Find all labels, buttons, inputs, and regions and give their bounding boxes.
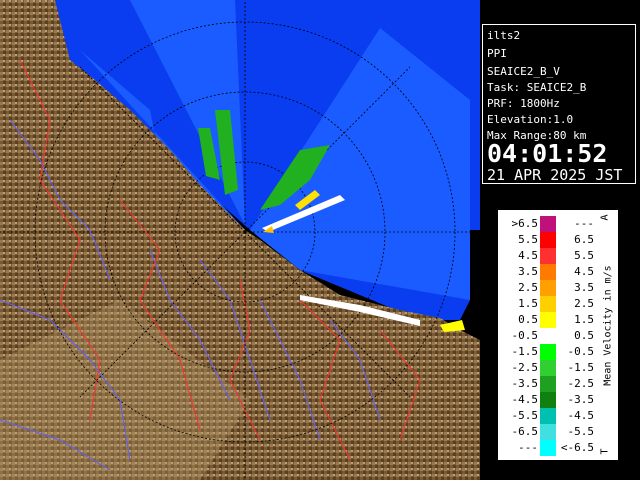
legend-swatch <box>540 360 556 376</box>
scan-time: 04:01:52 <box>487 139 608 168</box>
legend-swatch <box>540 216 556 232</box>
legend-high-value: -0.5 <box>567 345 595 358</box>
prf-value: PRF: 1800Hz <box>487 97 560 110</box>
legend-swatch <box>540 296 556 312</box>
legend-low-value: 1.5 <box>518 297 538 310</box>
info-box: ilts2 PPI SEAICE2_B_V Task: SEAICE2_B PR… <box>482 24 636 184</box>
legend-swatch <box>540 440 556 456</box>
legend-low-value: -2.5 <box>511 361 539 374</box>
legend-swatch <box>540 280 556 296</box>
legend-swatch <box>540 392 556 408</box>
legend-bottom-mark: T <box>599 448 611 455</box>
legend-high-value: -3.5 <box>567 393 595 406</box>
scan-date: 21 APR 2025 JST <box>487 166 623 184</box>
legend-swatch <box>540 424 556 440</box>
legend-low-value: -4.5 <box>511 393 539 406</box>
legend-low-value: 2.5 <box>518 281 538 294</box>
legend-swatch <box>540 408 556 424</box>
legend-high-value: -4.5 <box>567 409 595 422</box>
legend-swatch <box>540 344 556 360</box>
legend-high-value: 2.5 <box>574 297 594 310</box>
elevation-value: Elevation:1.0 <box>487 113 574 126</box>
legend-swatch <box>540 264 556 280</box>
legend-low-value: 5.5 <box>518 233 538 246</box>
info-panel: ilts2 PPI SEAICE2_B_V Task: SEAICE2_B PR… <box>480 22 640 184</box>
velocity-legend: >6.5 --- 5.5 6.5 4.5 5.5 3.5 4.5 2.5 3.5 1.5 2.5 0.5… <box>498 210 618 460</box>
legend-low-value: -6.5 <box>511 425 539 438</box>
legend-high-value: 1.5 <box>574 313 594 326</box>
legend-high-value: <-6.5 <box>560 441 594 454</box>
legend-title: Mean Velocity in m/s <box>602 265 614 386</box>
legend-low-value: -1.5 <box>511 345 539 358</box>
scan-mode: PPI <box>487 47 507 60</box>
legend-low-value: >6.5 <box>511 217 539 230</box>
legend-high-value: 5.5 <box>574 249 594 262</box>
legend-swatch <box>540 248 556 264</box>
legend-low-value: --- <box>518 441 538 454</box>
legend-low-value: 0.5 <box>518 313 538 326</box>
legend-low-value: -0.5 <box>511 329 539 342</box>
legend-top-mark: A <box>599 214 611 221</box>
task-name: Task: SEAICE2_B <box>487 81 587 94</box>
legend-swatch <box>540 232 556 248</box>
legend-low-value: 3.5 <box>518 265 538 278</box>
legend-high-value: 0.5 <box>574 329 594 342</box>
legend-low-value: -5.5 <box>511 409 539 422</box>
legend-low-value: -3.5 <box>511 377 539 390</box>
legend-high-value: -1.5 <box>567 361 595 374</box>
product-name: SEAICE2_B_V <box>487 65 560 78</box>
legend-high-value: --- <box>574 217 594 230</box>
legend-low-value: 4.5 <box>518 249 538 262</box>
legend-high-value: -5.5 <box>567 425 595 438</box>
legend-high-value: -2.5 <box>567 377 595 390</box>
legend-high-value: 6.5 <box>574 233 594 246</box>
legend-swatch <box>540 328 556 344</box>
legend-swatch <box>540 376 556 392</box>
legend-swatch <box>540 312 556 328</box>
legend-high-value: 4.5 <box>574 265 594 278</box>
site-name: ilts2 <box>487 29 521 42</box>
radar-map <box>0 0 480 480</box>
legend-high-value: 3.5 <box>574 281 594 294</box>
